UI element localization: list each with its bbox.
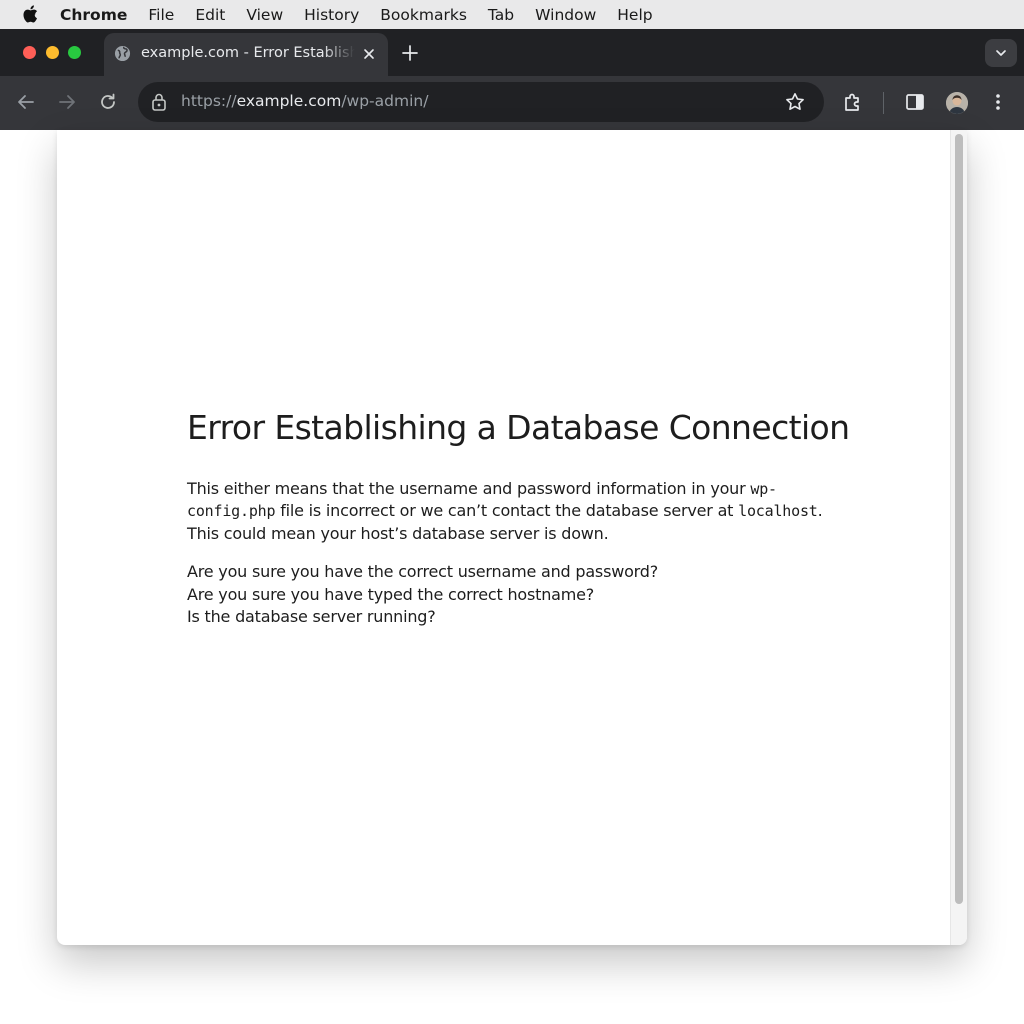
question-hostname: Are you sure you have typed the correct … bbox=[187, 584, 595, 604]
star-icon[interactable] bbox=[784, 91, 806, 113]
apple-icon[interactable] bbox=[22, 4, 38, 24]
side-panel-icon[interactable] bbox=[904, 91, 926, 113]
url-path: /wp-admin/ bbox=[341, 92, 429, 110]
zoom-window-button[interactable] bbox=[68, 46, 81, 59]
toolbar-divider bbox=[883, 92, 884, 114]
menu-view[interactable]: View bbox=[246, 6, 283, 24]
question-credentials: Are you sure you have the correct userna… bbox=[187, 562, 659, 582]
tab-search-button[interactable] bbox=[985, 39, 1017, 67]
menu-history[interactable]: History bbox=[304, 6, 359, 24]
close-window-button[interactable] bbox=[23, 46, 36, 59]
tab-active[interactable]: example.com - Error Establishing a Datab… bbox=[104, 33, 388, 76]
browser-frame: example.com - Error Establishing a Datab… bbox=[0, 29, 1024, 130]
address-bar[interactable]: https://example.com/wp-admin/ bbox=[138, 82, 824, 122]
globe-icon bbox=[114, 45, 131, 62]
menu-window[interactable]: Window bbox=[535, 6, 596, 24]
url-text[interactable]: https://example.com/wp-admin/ bbox=[181, 92, 428, 110]
back-icon[interactable] bbox=[15, 91, 37, 113]
profile-avatar-icon bbox=[946, 92, 968, 114]
error-description: This either means that the username and … bbox=[187, 478, 847, 545]
menu-file[interactable]: File bbox=[148, 6, 174, 24]
chevron-down-icon bbox=[996, 50, 1006, 56]
close-icon[interactable] bbox=[362, 47, 376, 61]
toolbar: https://example.com/wp-admin/ bbox=[0, 76, 1024, 130]
menu-bar: Chrome File Edit View History Bookmarks … bbox=[0, 0, 1024, 29]
url-scheme: https:// bbox=[181, 92, 237, 110]
extensions-icon[interactable] bbox=[842, 91, 864, 113]
minimize-window-button[interactable] bbox=[46, 46, 59, 59]
reload-icon[interactable] bbox=[97, 91, 119, 113]
plus-icon[interactable] bbox=[401, 44, 419, 62]
forward-icon[interactable] bbox=[56, 91, 78, 113]
more-icon[interactable] bbox=[987, 91, 1009, 113]
url-host: example.com bbox=[236, 92, 342, 110]
menu-edit[interactable]: Edit bbox=[195, 6, 225, 24]
lock-icon[interactable] bbox=[150, 92, 168, 112]
error-questions: Are you sure you have the correct userna… bbox=[187, 561, 847, 628]
tab-strip: example.com - Error Establishing a Datab… bbox=[0, 29, 1024, 76]
menu-help[interactable]: Help bbox=[617, 6, 652, 24]
error-text-part-2: file is incorrect or we can’t contact th… bbox=[275, 501, 739, 521]
scrollbar[interactable] bbox=[950, 130, 967, 945]
question-server-running: Is the database server running? bbox=[187, 607, 436, 627]
database-host: localhost bbox=[738, 502, 818, 521]
error-heading: Error Establishing a Database Connection bbox=[187, 408, 850, 447]
error-content: Error Establishing a Database Connection… bbox=[187, 408, 850, 628]
error-text-part-1: This either means that the username and … bbox=[187, 479, 751, 498]
avatar[interactable] bbox=[946, 92, 968, 114]
tab-title: example.com - Error Establishing a Datab… bbox=[141, 45, 355, 61]
scrollbar-thumb[interactable] bbox=[955, 134, 963, 904]
menu-tab[interactable]: Tab bbox=[488, 6, 514, 24]
menu-bookmarks[interactable]: Bookmarks bbox=[380, 6, 467, 24]
menu-app-chrome[interactable]: Chrome bbox=[60, 6, 127, 24]
page-viewport: Error Establishing a Database Connection… bbox=[57, 130, 967, 945]
